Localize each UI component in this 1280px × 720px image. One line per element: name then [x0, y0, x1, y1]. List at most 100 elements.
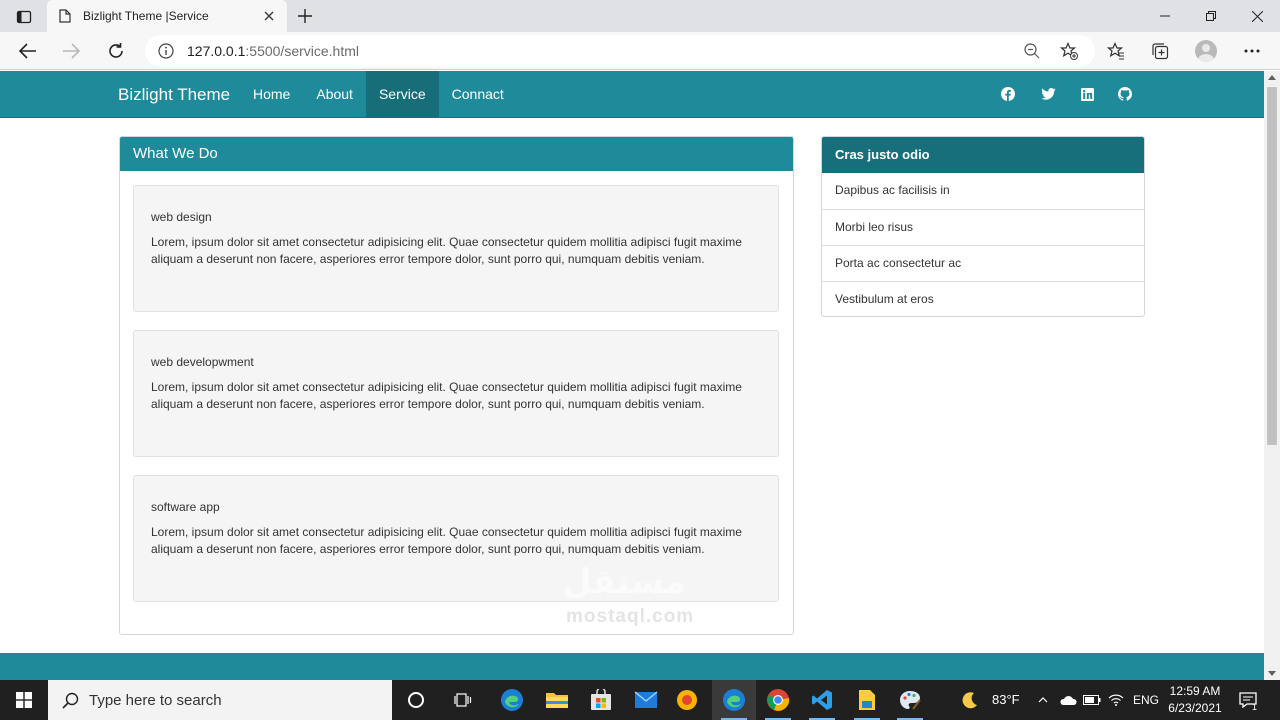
taskbar-app[interactable] — [665, 680, 709, 720]
settings-menu-button[interactable] — [1239, 38, 1265, 64]
nav-links: Home About Service Connact — [240, 71, 517, 117]
taskbar-file-explorer[interactable] — [535, 680, 579, 720]
refresh-icon — [109, 43, 123, 58]
linkedin-icon[interactable] — [1079, 86, 1095, 102]
tray-chevron-icon[interactable] — [1032, 680, 1054, 720]
github-icon[interactable] — [1117, 86, 1133, 102]
tab-actions-icon — [16, 10, 32, 24]
panel-title: What We Do — [120, 137, 793, 171]
twitter-icon[interactable] — [1040, 86, 1056, 102]
store-icon — [591, 689, 611, 710]
page-icon — [57, 8, 73, 24]
watermark-url: mostaql.com — [566, 606, 695, 627]
browser-tab-bar: Bizlight Theme |Service — [0, 0, 1280, 32]
start-button[interactable] — [0, 680, 48, 720]
taskbar-edge[interactable] — [490, 680, 534, 720]
nav-service[interactable]: Service — [365, 71, 439, 117]
sidebar-title: Cras justo odio — [822, 137, 1144, 173]
site-navbar: Bizlight Theme Home About Service Connac… — [0, 71, 1264, 118]
refresh-button[interactable] — [101, 36, 131, 66]
nav-about[interactable]: About — [303, 71, 366, 117]
restore-button[interactable] — [1188, 0, 1234, 32]
facebook-icon[interactable] — [1000, 86, 1016, 102]
taskbar-mail[interactable] — [624, 680, 668, 720]
restore-icon — [1206, 11, 1216, 21]
edge-icon — [723, 689, 745, 711]
list-item[interactable]: Dapibus ac facilisis in — [822, 173, 1144, 209]
url-field[interactable]: 127.0.0.1:5500/service.html — [145, 35, 1095, 67]
list-item[interactable]: Porta ac consectetur ac — [822, 245, 1144, 281]
brand-link[interactable]: Bizlight Theme — [118, 71, 230, 118]
list-item[interactable]: Morbi leo risus — [822, 209, 1144, 245]
notification-count: 1 — [1252, 702, 1258, 712]
vscode-icon — [812, 690, 832, 710]
minimize-icon — [1160, 15, 1170, 17]
language-indicator[interactable]: ENG — [1133, 680, 1159, 720]
zoom-out-button[interactable] — [1019, 38, 1045, 64]
taskbar-sticky-app[interactable] — [845, 680, 889, 720]
info-icon[interactable] — [157, 42, 175, 60]
collections-icon — [1152, 43, 1169, 60]
taskbar-store[interactable] — [579, 680, 623, 720]
service-card: web developwment Lorem, ipsum dolor sit … — [133, 330, 779, 457]
list-item[interactable]: Vestibulum at eros — [822, 281, 1144, 317]
back-button[interactable] — [13, 36, 43, 66]
arrow-left-icon — [19, 43, 36, 59]
sidebar-list-panel: Cras justo odio Dapibus ac facilisis in … — [821, 136, 1145, 317]
paint-icon — [900, 691, 921, 710]
close-window-button[interactable] — [1234, 0, 1280, 32]
new-tab-button[interactable] — [292, 4, 318, 28]
plus-icon — [298, 9, 312, 23]
service-description: Lorem, ipsum dolor sit amet consectetur … — [151, 235, 742, 266]
scroll-up-icon[interactable] — [1268, 75, 1276, 80]
clock-time: 12:59 AM — [1169, 684, 1221, 698]
browser-tab[interactable]: Bizlight Theme |Service — [47, 0, 287, 32]
service-heading: web developwment — [151, 355, 254, 369]
task-view-icon — [454, 693, 472, 707]
clock-date: 6/23/2021 — [1168, 701, 1222, 715]
taskbar-paint[interactable] — [888, 680, 932, 720]
nav-connact[interactable]: Connact — [439, 71, 517, 117]
taskbar-vscode[interactable] — [800, 680, 844, 720]
tab-title: Bizlight Theme |Service — [83, 9, 209, 23]
taskbar-search-box[interactable]: Type here to search — [48, 680, 392, 720]
star-plus-icon — [1060, 42, 1078, 60]
page-scrollbar[interactable] — [1264, 71, 1280, 680]
forward-button[interactable] — [56, 36, 86, 66]
search-icon — [62, 692, 79, 709]
add-favorite-button[interactable] — [1056, 38, 1082, 64]
weather-icon[interactable] — [950, 680, 990, 720]
url-text: 127.0.0.1:5500/service.html — [187, 43, 359, 59]
service-heading: software app — [151, 500, 220, 514]
address-bar-row: 127.0.0.1:5500/service.html — [0, 32, 1280, 70]
search-placeholder: Type here to search — [89, 691, 222, 709]
scroll-down-icon[interactable] — [1268, 671, 1276, 676]
favorites-icon — [1107, 42, 1124, 60]
onedrive-icon[interactable] — [1056, 680, 1080, 720]
tab-actions-button[interactable] — [6, 4, 42, 30]
wifi-icon[interactable] — [1104, 680, 1128, 720]
close-icon — [1251, 10, 1263, 22]
edge-icon — [501, 689, 523, 711]
zoom-out-icon — [1024, 43, 1040, 59]
chrome-icon — [767, 689, 790, 711]
scroll-thumb[interactable] — [1267, 87, 1277, 445]
battery-icon[interactable] — [1080, 680, 1104, 720]
task-view-button[interactable] — [441, 680, 485, 720]
taskbar-clock[interactable]: 12:59 AM 6/23/2021 — [1160, 683, 1230, 717]
taskbar-edge-active[interactable] — [712, 680, 756, 720]
favorites-button[interactable] — [1103, 38, 1129, 64]
sidebar-list: Dapibus ac facilisis in Morbi leo risus … — [822, 173, 1144, 317]
collections-button[interactable] — [1147, 38, 1173, 64]
windows-icon — [16, 692, 32, 708]
profile-button[interactable] — [1193, 38, 1219, 64]
minimize-button[interactable] — [1142, 0, 1188, 32]
close-tab-icon[interactable] — [261, 8, 277, 24]
taskbar-chrome[interactable] — [756, 680, 800, 720]
more-icon — [1244, 49, 1260, 53]
nav-home[interactable]: Home — [240, 71, 303, 117]
cortana-icon — [408, 692, 424, 708]
cortana-button[interactable] — [394, 680, 438, 720]
weather-temp[interactable]: 83°F — [992, 680, 1020, 720]
site-footer — [0, 653, 1264, 680]
